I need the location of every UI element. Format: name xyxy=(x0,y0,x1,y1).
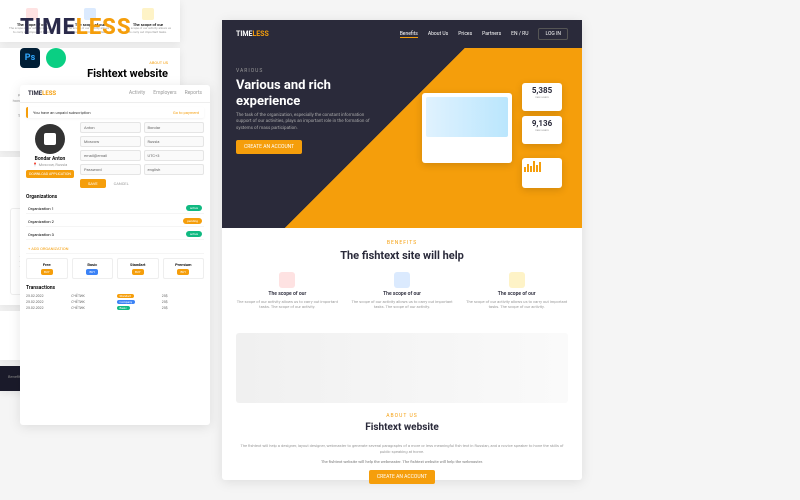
hero-sub: The task of the organization, especially… xyxy=(236,113,376,132)
nav-prices[interactable]: Prices xyxy=(458,31,472,37)
timezone-field[interactable]: UTC+3 xyxy=(144,150,205,161)
nav-partners[interactable]: Partners xyxy=(482,31,501,37)
about-title: Fishtext website xyxy=(236,422,568,433)
about-mockup xyxy=(236,333,568,403)
save-button[interactable]: SAVE xyxy=(80,179,106,188)
admin-panel: TIMELESS Activity Employers Reports You … xyxy=(20,85,210,425)
hero-headline: Various and rich experience xyxy=(236,78,376,109)
trans-row: 25.02.2022СЧЁТИКBasic25$ xyxy=(26,306,204,310)
about-text2: The fishtext website will help the webma… xyxy=(236,459,568,465)
about-eyebrow: ABOUT US xyxy=(236,413,568,419)
hero-nav: TIMELESS Benefits About Us Prices Partne… xyxy=(222,20,582,48)
plan-premium[interactable]: PremiumBUY xyxy=(163,258,205,279)
first-name-field[interactable]: Anton xyxy=(80,122,141,133)
nav-activity[interactable]: Activity xyxy=(129,90,145,97)
country-field[interactable]: Russia xyxy=(144,136,205,147)
nav-benefits[interactable]: Benefits xyxy=(400,31,418,38)
tool-icons: Ps xyxy=(20,48,66,68)
nav-employers[interactable]: Employers xyxy=(153,90,176,97)
org-row[interactable]: Organization 2pending xyxy=(26,216,204,227)
hero-cta-button[interactable]: CREATE AN ACCOUNT xyxy=(236,140,302,154)
clock-icon xyxy=(509,272,525,288)
plan-basic[interactable]: BasicBUY xyxy=(72,258,114,279)
admin-nav: Activity Employers Reports xyxy=(129,90,202,97)
alert-action[interactable]: Go to payment xyxy=(173,110,199,115)
subscription-alert: You have an unpaid subscription Go to pa… xyxy=(26,107,204,118)
trans-row: 25.02.2022СЧЁТИКCompany25$ xyxy=(26,300,204,304)
language-field[interactable]: english xyxy=(144,164,205,175)
hero-eyebrow: VARIOUS xyxy=(236,68,568,74)
photoshop-icon: Ps xyxy=(20,48,40,68)
benefit-item: The scope of ourThe scope of our activit… xyxy=(236,272,339,309)
landing-panel: TIMELESS Benefits About Us Prices Partne… xyxy=(222,20,582,480)
benefits-title: The fishtext site will help xyxy=(236,249,568,262)
nav-about[interactable]: About Us xyxy=(428,31,448,37)
city-field[interactable]: Moscow xyxy=(80,136,141,147)
mock-stat-card: 9,136new users xyxy=(522,116,562,144)
login-button[interactable]: LOG IN xyxy=(538,28,568,40)
plan-standart[interactable]: StandartBUY xyxy=(117,258,159,279)
last-name-field[interactable]: Bondar xyxy=(144,122,205,133)
about-text: The fishtext will help a designer, layou… xyxy=(236,443,568,454)
avatar[interactable] xyxy=(35,124,65,154)
brand-logo: TIMELESS xyxy=(20,15,131,40)
plan-free[interactable]: FreeBUY xyxy=(26,258,68,279)
hero-logo: TIMELESS xyxy=(236,30,269,38)
benefit-item: The scope of ourThe scope of our activit… xyxy=(351,272,454,309)
trans-heading: Transactions xyxy=(26,285,204,291)
lang-switch[interactable]: EN / RU xyxy=(511,31,528,37)
mock-stat-card: 5,385new users xyxy=(522,83,562,111)
mock-map-card xyxy=(422,93,512,163)
add-org-button[interactable]: + ADD ORGANIZATION xyxy=(26,244,204,254)
alert-text: You have an unpaid subscription xyxy=(33,110,91,115)
org-row[interactable]: Organization 1active xyxy=(26,203,204,214)
email-field[interactable]: email@email xyxy=(80,150,141,161)
org-row[interactable]: Organization 3active xyxy=(26,229,204,240)
admin-logo: TIMELESS xyxy=(28,90,56,97)
figma-icon xyxy=(46,48,66,68)
benefits-eyebrow: BENEFITS xyxy=(236,240,568,246)
nav-reports[interactable]: Reports xyxy=(185,90,202,97)
calendar-icon xyxy=(394,272,410,288)
cancel-button[interactable]: CANCEL xyxy=(110,179,133,188)
password-field[interactable]: Password xyxy=(80,164,141,175)
chart-icon xyxy=(279,272,295,288)
fishtext-title: Fishtext website xyxy=(12,67,168,80)
about-cta-button[interactable]: CREATE AN ACCOUNT xyxy=(369,470,435,484)
trans-row: 25.02.2022СЧЁТИКStandart25$ xyxy=(26,294,204,298)
mock-chart-card xyxy=(522,158,562,188)
profile-location: 📍 Moscow, Russia xyxy=(26,162,74,167)
dashboard-mockup: 5,385new users 9,136new users xyxy=(412,78,562,188)
orgs-heading: Organizations xyxy=(26,194,204,200)
benefit-item: The scope of ourThe scope of our activit… xyxy=(465,272,568,309)
download-button[interactable]: DOWNLOAD APPLICATION xyxy=(26,170,74,178)
clock-icon xyxy=(142,8,154,20)
